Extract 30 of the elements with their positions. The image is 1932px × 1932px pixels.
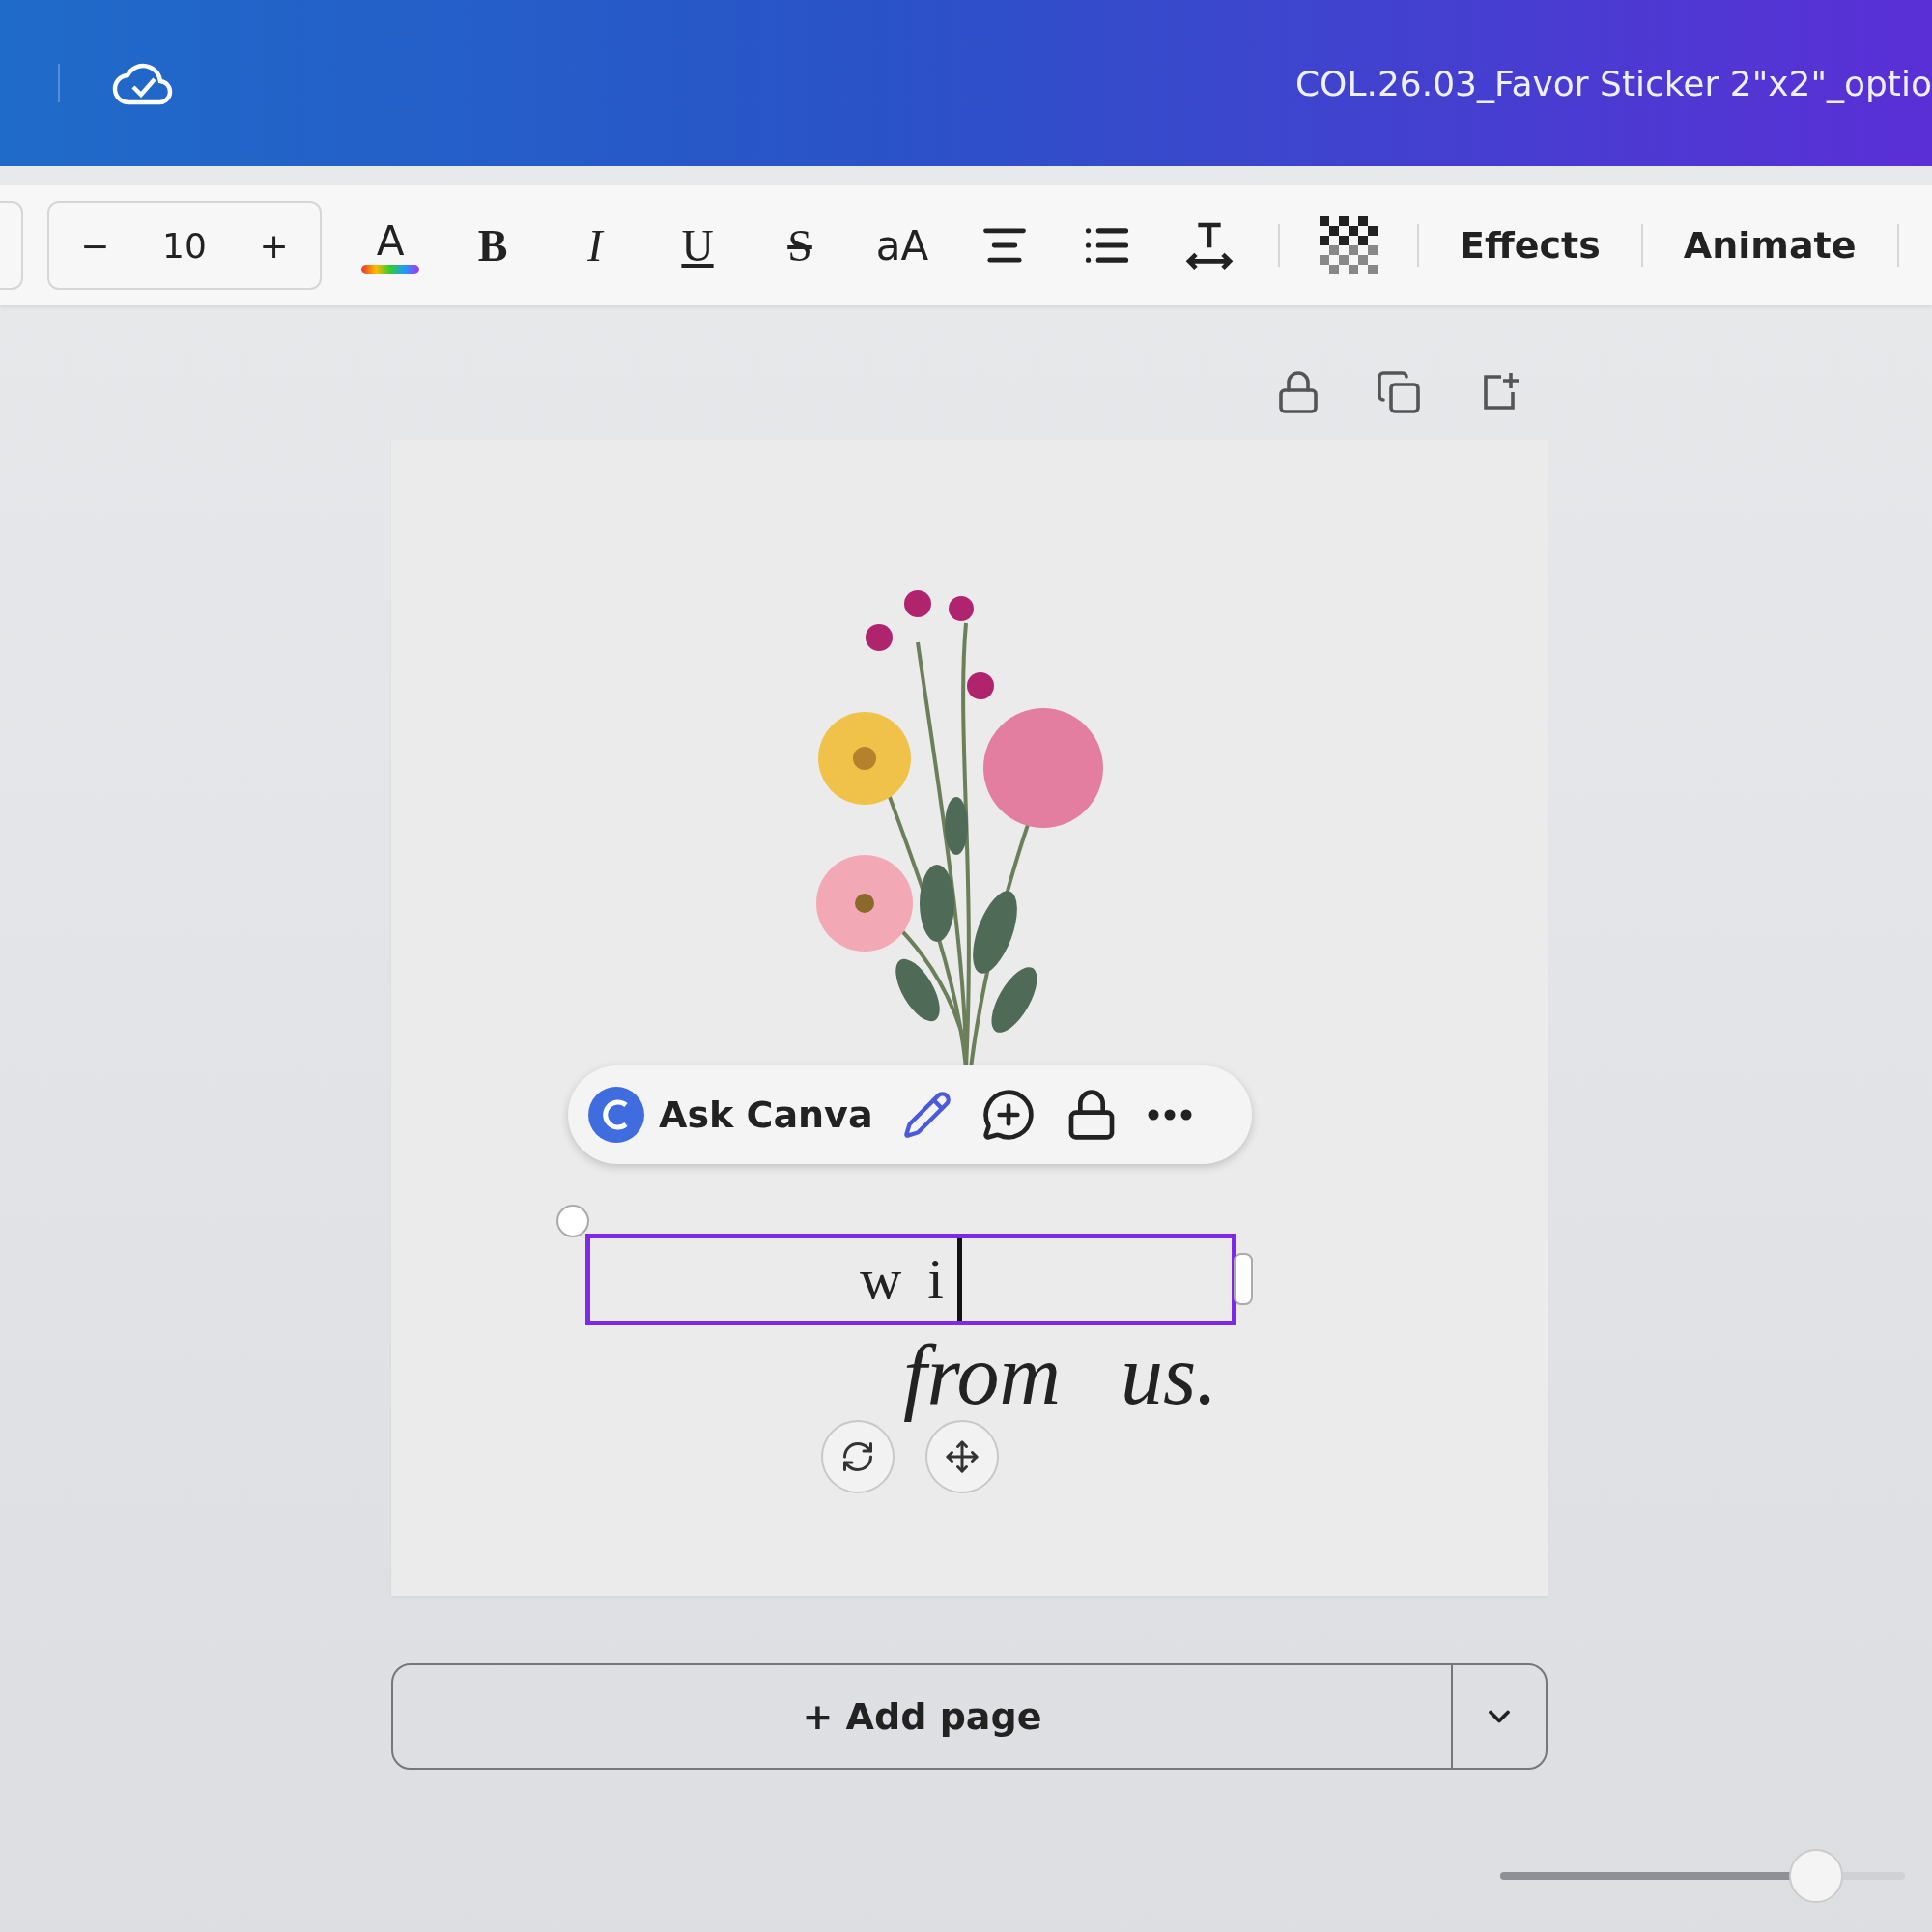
- ask-canva-button[interactable]: Ask Canva: [587, 1086, 873, 1144]
- add-comment-button[interactable]: [980, 1088, 1036, 1142]
- italic-button[interactable]: I: [561, 212, 629, 279]
- magic-edit-button[interactable]: [901, 1090, 952, 1140]
- increase-button[interactable]: +: [249, 225, 298, 266]
- move-icon: [945, 1439, 980, 1474]
- font-size-value[interactable]: 10: [162, 225, 207, 266]
- comment-plus-icon: [980, 1088, 1036, 1142]
- bold-button[interactable]: B: [459, 212, 526, 279]
- toolbar-text-button[interactable]: Effects: [1454, 223, 1606, 268]
- rotate-icon: [840, 1439, 875, 1474]
- assistant-logo-icon: [587, 1086, 645, 1144]
- pencil-icon: [901, 1090, 952, 1140]
- font-size-control[interactable]: − 10 +: [47, 201, 322, 290]
- more-button[interactable]: [1147, 1109, 1192, 1121]
- strike-button[interactable]: S: [766, 212, 834, 279]
- decrease-button[interactable]: −: [71, 225, 120, 266]
- underline-button[interactable]: U: [664, 212, 731, 279]
- duplicate-button[interactable]: [1376, 369, 1422, 415]
- checkerboard-icon: [1320, 216, 1378, 274]
- script-text: from us.: [903, 1327, 1218, 1424]
- file-title[interactable]: COL.26.03_Favor Sticker 2"x2"_optio: [1294, 63, 1932, 103]
- resize-handle[interactable]: [556, 1205, 589, 1237]
- copy-icon: [1376, 369, 1422, 415]
- toolbar-text-button[interactable]: Animate: [1677, 223, 1862, 268]
- color-button[interactable]: A: [356, 212, 424, 279]
- text-box[interactable]: w i: [585, 1234, 1236, 1325]
- case-button[interactable]: aA: [868, 212, 936, 279]
- resize-handle[interactable]: [1234, 1253, 1253, 1305]
- more-icon: [1147, 1109, 1192, 1121]
